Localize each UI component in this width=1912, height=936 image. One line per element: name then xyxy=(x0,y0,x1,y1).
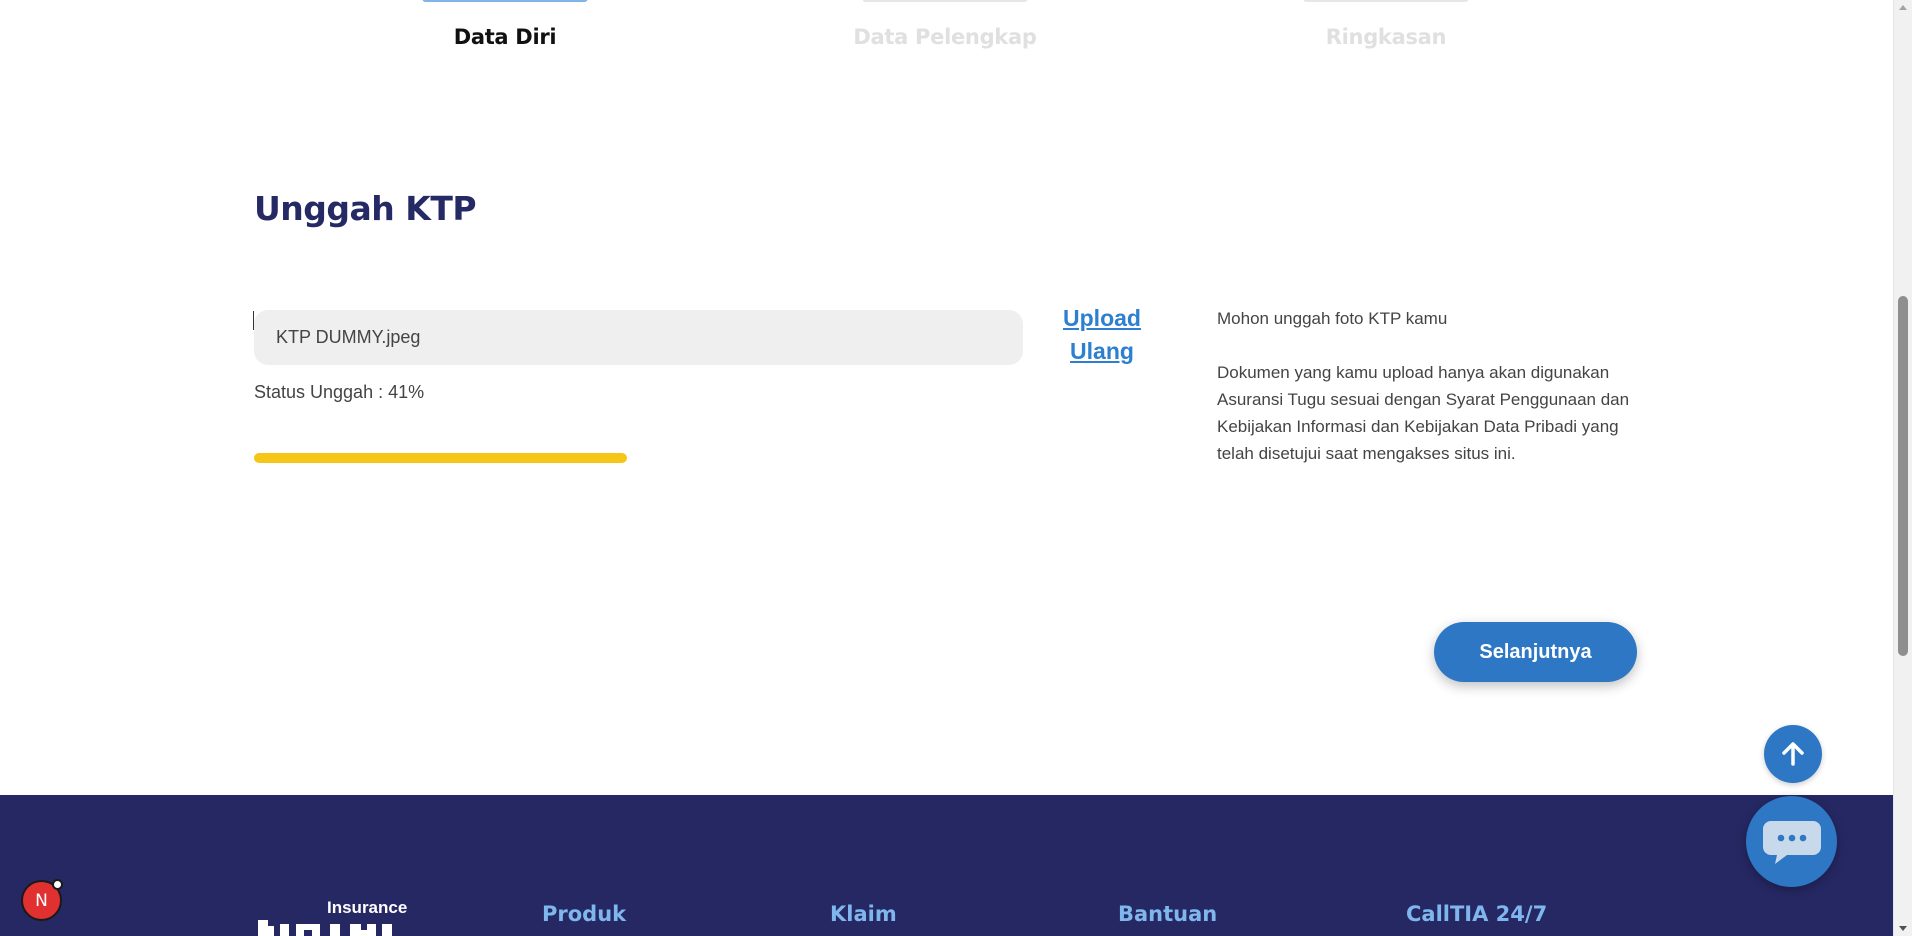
step-indicator-bar xyxy=(1303,0,1469,2)
logo-mark xyxy=(258,920,392,936)
step-label: Data Diri xyxy=(453,25,557,49)
page: Data Diri Data Pelengkap Ringkasan Ungga… xyxy=(0,0,1912,936)
step-label: Ringkasan xyxy=(1325,25,1447,49)
step-indicator-bar xyxy=(422,0,588,2)
text-caret xyxy=(253,311,254,330)
scroll-up-arrow-icon[interactable] xyxy=(1899,5,1907,10)
step-indicator-bar xyxy=(862,0,1028,2)
vertical-scrollbar[interactable] xyxy=(1893,0,1912,936)
scroll-down-arrow-icon[interactable] xyxy=(1899,926,1907,931)
reupload-label-line1: Upload xyxy=(1063,305,1141,331)
chat-bubble-icon xyxy=(1762,820,1821,864)
upload-info: Mohon unggah foto KTP kamu Dokumen yang … xyxy=(1217,305,1657,467)
upload-progress-bar xyxy=(254,453,627,463)
upload-progress-fill xyxy=(254,453,627,463)
next-button[interactable]: Selanjutnya xyxy=(1434,622,1637,682)
step-label: Data Pelengkap xyxy=(853,25,1037,49)
footer-heading-produk[interactable]: Produk xyxy=(542,902,626,926)
footer-heading-calltia[interactable]: CallTIA 24/7 xyxy=(1406,902,1547,926)
scrollbar-thumb[interactable] xyxy=(1898,296,1908,656)
reupload-link[interactable]: Upload Ulang xyxy=(1044,302,1160,368)
footer-heading-bantuan[interactable]: Bantuan xyxy=(1118,902,1217,926)
reupload-label-line2: Ulang xyxy=(1070,338,1134,364)
arrow-up-icon xyxy=(1782,742,1804,766)
page-title: Unggah KTP xyxy=(254,189,477,228)
dev-badge-label: N xyxy=(35,890,48,911)
notification-dot xyxy=(52,879,63,890)
upload-status: Status Unggah : 41% xyxy=(254,382,425,402)
file-name: KTP DUMMY.jpeg xyxy=(276,327,421,347)
nextjs-dev-badge[interactable]: N xyxy=(21,879,63,921)
scroll-to-top-button[interactable] xyxy=(1764,725,1822,783)
tugu-logo[interactable]: Insurance xyxy=(254,898,414,936)
footer-heading-klaim[interactable]: Klaim xyxy=(830,902,897,926)
file-upload-field[interactable]: KTP DUMMY.jpeg xyxy=(254,310,1023,365)
privacy-notice: Dokumen yang kamu upload hanya akan digu… xyxy=(1217,363,1630,463)
upload-prompt: Mohon unggah foto KTP kamu xyxy=(1217,309,1448,328)
chat-button[interactable] xyxy=(1746,796,1837,887)
